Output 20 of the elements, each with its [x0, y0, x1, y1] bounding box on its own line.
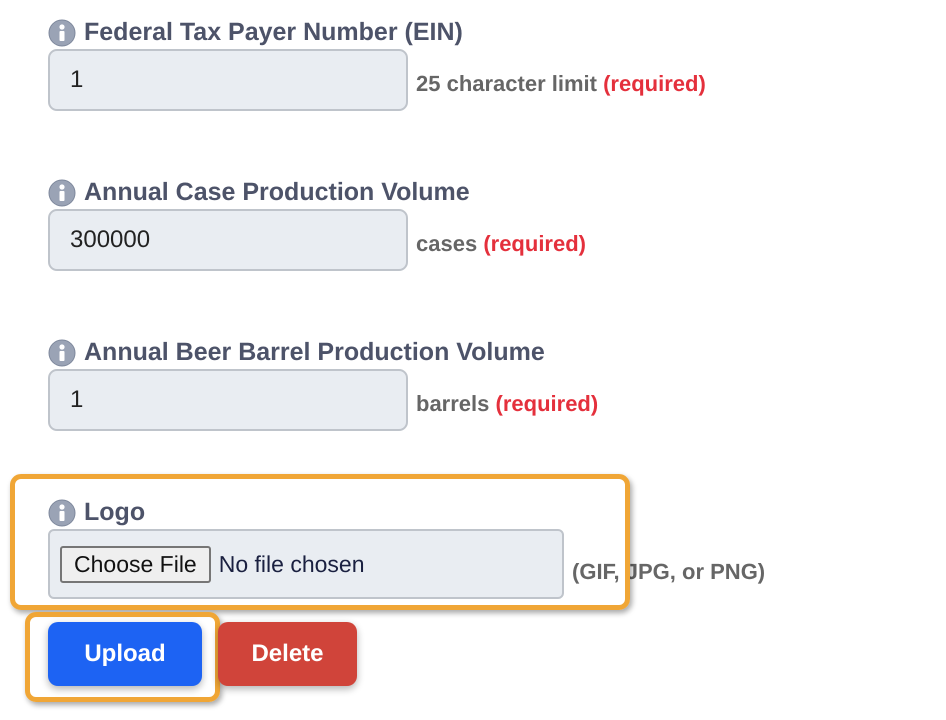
field-label: Annual Beer Barrel Production Volume	[84, 338, 545, 367]
delete-button[interactable]: Delete	[218, 622, 357, 686]
file-status: No file chosen	[218, 550, 364, 578]
choose-file-button[interactable]: Choose File	[60, 546, 211, 582]
text-field[interactable]: 1	[48, 49, 408, 111]
field-hint: cases (required)	[416, 231, 586, 258]
field-label: Federal Tax Payer Number (EIN)	[84, 18, 463, 47]
info-icon	[48, 338, 76, 366]
text-field[interactable]: 300000	[48, 209, 408, 271]
info-icon	[48, 18, 76, 46]
field-label: Logo	[84, 498, 146, 527]
info-icon	[48, 498, 76, 526]
field-hint: 25 character limit (required)	[416, 71, 706, 98]
field-label: Annual Case Production Volume	[84, 178, 470, 207]
info-icon	[48, 178, 76, 206]
file-field[interactable]: Choose File No file chosen	[48, 529, 564, 599]
field-hint: barrels (required)	[416, 391, 598, 418]
field-hint: (GIF, JPG, or PNG)	[572, 559, 766, 586]
upload-button[interactable]: Upload	[48, 622, 202, 686]
text-field[interactable]: 1	[48, 369, 408, 431]
